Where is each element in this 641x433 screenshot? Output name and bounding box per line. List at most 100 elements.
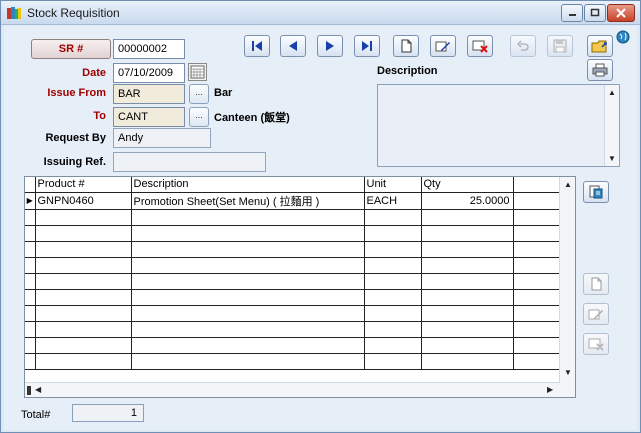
product-cell[interactable] [35, 321, 132, 338]
product-cell[interactable] [35, 337, 132, 354]
grid-scroll-up-icon[interactable]: ▲ [564, 180, 572, 189]
scroll-down-icon[interactable]: ▼ [608, 154, 616, 163]
new-record-button[interactable] [393, 35, 419, 57]
next-record-button[interactable] [317, 35, 343, 57]
description-cell[interactable] [131, 273, 365, 290]
qty-cell[interactable] [421, 241, 514, 258]
unit-cell[interactable] [364, 337, 422, 354]
grid-scroll-down-icon[interactable]: ▼ [564, 368, 572, 377]
table-row[interactable] [25, 321, 564, 338]
date-field[interactable]: 07/10/2009 [113, 63, 185, 83]
first-record-button[interactable] [244, 35, 270, 57]
unit-cell[interactable] [364, 289, 422, 306]
table-row[interactable] [25, 289, 564, 306]
maximize-button[interactable] [584, 4, 606, 22]
undo-button[interactable] [510, 35, 536, 57]
exit-button[interactable] [587, 35, 613, 57]
row-indicator[interactable] [25, 273, 36, 290]
close-button[interactable] [607, 4, 635, 22]
edit-line-button[interactable] [583, 303, 609, 325]
current-row-indicator-icon[interactable]: ▶ [25, 192, 36, 210]
to-lookup-button[interactable]: ... [189, 107, 209, 127]
extra-cell[interactable] [513, 241, 564, 258]
extra-cell[interactable] [513, 305, 564, 322]
column-header-extra[interactable] [513, 177, 564, 193]
description-cell[interactable] [131, 305, 365, 322]
product-cell[interactable] [35, 305, 132, 322]
extra-cell[interactable] [513, 225, 564, 242]
row-indicator[interactable] [25, 321, 36, 338]
row-indicator[interactable] [25, 289, 36, 306]
description-cell[interactable] [131, 209, 365, 226]
column-header-qty[interactable]: Qty [421, 177, 514, 193]
description-cell[interactable] [131, 257, 365, 274]
description-cell[interactable] [131, 225, 365, 242]
row-indicator[interactable] [25, 353, 36, 370]
product-cell[interactable] [35, 273, 132, 290]
row-indicator[interactable] [25, 337, 36, 354]
unit-cell[interactable] [364, 273, 422, 290]
edit-record-button[interactable] [430, 35, 456, 57]
qty-cell[interactable] [421, 289, 514, 306]
column-header-product[interactable]: Product # [35, 177, 132, 193]
unit-cell[interactable] [364, 305, 422, 322]
delete-line-button[interactable] [583, 333, 609, 355]
extra-cell[interactable] [513, 321, 564, 338]
qty-cell[interactable]: 25.0000 [421, 192, 514, 210]
issue-from-field[interactable]: BAR [113, 84, 185, 104]
previous-record-button[interactable] [280, 35, 306, 57]
grid-scroll-left-icon[interactable]: ◀ [35, 385, 41, 394]
calendar-button[interactable] [188, 63, 207, 81]
description-cell[interactable]: Promotion Sheet(Set Menu) ( 拉麵用 ) [131, 192, 365, 210]
qty-cell[interactable] [421, 257, 514, 274]
extra-cell[interactable] [513, 273, 564, 290]
extra-cell[interactable] [513, 353, 564, 370]
description-scrollbar[interactable]: ▲ ▼ [604, 85, 619, 166]
qty-cell[interactable] [421, 305, 514, 322]
column-header-description[interactable]: Description [131, 177, 365, 193]
grid-horizontal-scrollbar[interactable]: ◀ ▶ [25, 382, 560, 397]
row-indicator[interactable] [25, 305, 36, 322]
table-row[interactable] [25, 225, 564, 242]
qty-cell[interactable] [421, 321, 514, 338]
save-button[interactable] [547, 35, 573, 57]
items-grid[interactable]: Product # Description Unit Qty ▶ GNPN0460… [24, 176, 576, 398]
sr-number-field[interactable]: 00000002 [113, 39, 185, 59]
unit-cell[interactable] [364, 353, 422, 370]
grid-lookup-button[interactable] [583, 181, 609, 203]
add-line-button[interactable] [583, 273, 609, 295]
description-cell[interactable] [131, 321, 365, 338]
unit-cell[interactable]: EACH [364, 192, 422, 210]
print-button[interactable] [587, 59, 613, 81]
qty-cell[interactable] [421, 353, 514, 370]
product-cell[interactable] [35, 353, 132, 370]
table-row[interactable] [25, 337, 564, 354]
product-cell[interactable]: GNPN0460 [35, 192, 132, 210]
grid-hscroll-thumb[interactable] [27, 386, 31, 395]
table-row[interactable]: ▶ GNPN0460 Promotion Sheet(Set Menu) ( 拉麵用… [25, 192, 564, 210]
unit-cell[interactable] [364, 241, 422, 258]
table-row[interactable] [25, 353, 564, 370]
unit-cell[interactable] [364, 209, 422, 226]
product-cell[interactable] [35, 289, 132, 306]
issuing-ref-field[interactable] [113, 152, 266, 172]
last-record-button[interactable] [354, 35, 380, 57]
table-row[interactable] [25, 209, 564, 226]
unit-cell[interactable] [364, 257, 422, 274]
extra-cell[interactable] [513, 257, 564, 274]
description-cell[interactable] [131, 353, 365, 370]
grid-scroll-right-icon[interactable]: ▶ [547, 385, 553, 394]
column-header-unit[interactable]: Unit [364, 177, 422, 193]
product-cell[interactable] [35, 209, 132, 226]
minimize-button[interactable] [561, 4, 583, 22]
table-row[interactable] [25, 241, 564, 258]
description-cell[interactable] [131, 289, 365, 306]
grid-vertical-scrollbar[interactable]: ▲ ▼ [559, 177, 575, 397]
qty-cell[interactable] [421, 225, 514, 242]
description-cell[interactable] [131, 337, 365, 354]
description-cell[interactable] [131, 241, 365, 258]
product-cell[interactable] [35, 225, 132, 242]
extra-cell[interactable] [513, 337, 564, 354]
scroll-up-icon[interactable]: ▲ [608, 88, 616, 97]
qty-cell[interactable] [421, 273, 514, 290]
